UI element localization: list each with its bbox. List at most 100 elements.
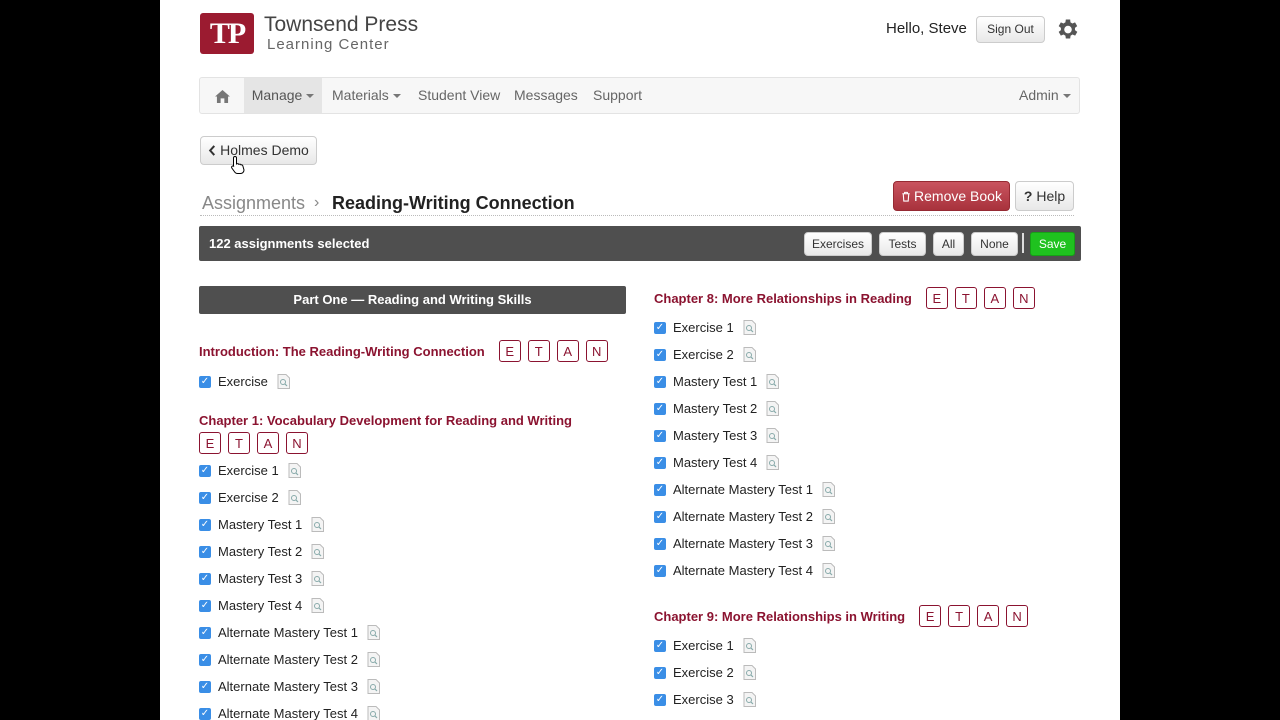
checkbox[interactable]: ✓ xyxy=(199,375,211,388)
preview-icon[interactable] xyxy=(743,347,756,362)
preview-icon[interactable] xyxy=(743,320,756,335)
nav-materials[interactable]: Materials xyxy=(332,78,401,113)
checkbox[interactable]: ✓ xyxy=(199,680,211,693)
remove-book-button[interactable]: Remove Book xyxy=(893,181,1010,211)
help-button[interactable]: ? Help xyxy=(1015,181,1074,211)
nav-manage[interactable]: Manage xyxy=(244,78,322,113)
checkbox[interactable]: ✓ xyxy=(654,321,666,334)
filter-letters: E T A N xyxy=(498,340,608,362)
preview-icon[interactable] xyxy=(822,536,835,551)
preview-icon[interactable] xyxy=(288,490,301,505)
letter-e-button[interactable]: E xyxy=(919,605,942,627)
letter-n-button[interactable]: N xyxy=(1006,605,1029,627)
sign-out-button[interactable]: Sign Out xyxy=(976,16,1045,43)
checkbox[interactable]: ✓ xyxy=(654,375,666,388)
preview-icon[interactable] xyxy=(766,374,780,389)
checkbox[interactable]: ✓ xyxy=(199,464,211,477)
checkbox[interactable]: ✓ xyxy=(654,564,666,577)
list-item: ✓ Exercise xyxy=(199,368,608,395)
list-item: ✓ Alternate Mastery Test 4 xyxy=(199,700,572,720)
letter-t-button[interactable]: T xyxy=(228,432,250,454)
checkbox[interactable]: ✓ xyxy=(199,599,211,612)
main-nav: Manage Materials Student View Messages S… xyxy=(199,77,1080,114)
checkbox[interactable]: ✓ xyxy=(199,572,211,585)
preview-icon[interactable] xyxy=(367,679,380,694)
nav-student-view[interactable]: Student View xyxy=(418,78,500,113)
remove-book-label: Remove Book xyxy=(914,188,1002,204)
select-exercises-button[interactable]: Exercises xyxy=(804,232,872,256)
preview-icon[interactable] xyxy=(367,652,380,667)
checkbox[interactable]: ✓ xyxy=(654,639,666,652)
preview-icon[interactable] xyxy=(822,482,835,497)
checkbox[interactable]: ✓ xyxy=(654,537,666,550)
list-item: ✓ Mastery Test 4 xyxy=(199,592,572,619)
preview-icon[interactable] xyxy=(743,692,756,707)
select-all-button[interactable]: All xyxy=(933,232,964,256)
item-label: Alternate Mastery Test 1 xyxy=(673,482,813,497)
select-tests-button[interactable]: Tests xyxy=(879,232,926,256)
preview-icon[interactable] xyxy=(311,544,325,559)
letter-a-button[interactable]: A xyxy=(257,432,279,454)
checkbox[interactable]: ✓ xyxy=(654,456,666,469)
preview-icon[interactable] xyxy=(311,517,325,532)
checkbox[interactable]: ✓ xyxy=(199,626,211,639)
item-label: Alternate Mastery Test 2 xyxy=(218,652,358,667)
checkbox[interactable]: ✓ xyxy=(654,402,666,415)
checkbox[interactable]: ✓ xyxy=(654,483,666,496)
letter-n-button[interactable]: N xyxy=(585,340,608,362)
preview-icon[interactable] xyxy=(311,598,325,613)
checkbox[interactable]: ✓ xyxy=(199,653,211,666)
preview-icon[interactable] xyxy=(367,625,380,640)
preview-icon[interactable] xyxy=(766,428,780,443)
checkbox[interactable]: ✓ xyxy=(199,545,211,558)
preview-icon[interactable] xyxy=(822,563,835,578)
gear-icon[interactable] xyxy=(1055,16,1081,42)
letter-e-button[interactable]: E xyxy=(498,340,521,362)
checkbox[interactable]: ✓ xyxy=(654,429,666,442)
letter-e-button[interactable]: E xyxy=(925,287,948,309)
breadcrumb-assignments[interactable]: Assignments xyxy=(202,193,305,214)
nav-messages[interactable]: Messages xyxy=(514,78,578,113)
divider xyxy=(1022,233,1024,253)
letter-t-button[interactable]: T xyxy=(954,287,977,309)
letter-a-button[interactable]: A xyxy=(556,340,579,362)
preview-icon[interactable] xyxy=(288,463,301,478)
letter-n-button[interactable]: N xyxy=(286,432,308,454)
preview-icon[interactable] xyxy=(766,401,780,416)
select-none-button[interactable]: None xyxy=(971,232,1018,256)
save-button[interactable]: Save xyxy=(1030,232,1075,256)
preview-icon[interactable] xyxy=(367,706,380,720)
letter-a-button[interactable]: A xyxy=(983,287,1006,309)
section-title: Introduction: The Reading-Writing Connec… xyxy=(199,343,485,359)
nav-admin[interactable]: Admin xyxy=(1019,78,1071,113)
preview-icon[interactable] xyxy=(822,509,835,524)
letter-e-button[interactable]: E xyxy=(199,432,221,454)
preview-icon[interactable] xyxy=(277,374,290,389)
letter-t-button[interactable]: T xyxy=(948,605,971,627)
breadcrumb-separator-icon: › xyxy=(314,194,320,211)
checkbox[interactable]: ✓ xyxy=(199,707,211,720)
checkbox[interactable]: ✓ xyxy=(199,491,211,504)
nav-home[interactable] xyxy=(200,78,244,113)
back-button[interactable]: Holmes Demo xyxy=(200,136,317,165)
section-title: Chapter 9: More Relationships in Writing xyxy=(654,608,906,624)
item-label: Exercise 2 xyxy=(673,347,734,362)
preview-icon[interactable] xyxy=(766,455,780,470)
checkbox[interactable]: ✓ xyxy=(654,348,666,361)
checkbox[interactable]: ✓ xyxy=(654,666,666,679)
logo[interactable]: TP xyxy=(200,13,254,54)
item-label: Mastery Test 4 xyxy=(218,598,303,613)
chapter-1-section: Chapter 1: Vocabulary Development for Re… xyxy=(199,413,572,720)
preview-icon[interactable] xyxy=(743,665,756,680)
preview-icon[interactable] xyxy=(743,638,756,653)
checkbox[interactable]: ✓ xyxy=(654,693,666,706)
letter-n-button[interactable]: N xyxy=(1012,287,1035,309)
nav-support[interactable]: Support xyxy=(593,78,642,113)
checkbox[interactable]: ✓ xyxy=(199,518,211,531)
letter-a-button[interactable]: A xyxy=(977,605,1000,627)
letter-t-button[interactable]: T xyxy=(527,340,550,362)
checkbox[interactable]: ✓ xyxy=(654,510,666,523)
chevron-down-icon xyxy=(306,94,315,99)
preview-icon[interactable] xyxy=(311,571,325,586)
list-item: ✓ Mastery Test 3 xyxy=(654,422,1035,449)
